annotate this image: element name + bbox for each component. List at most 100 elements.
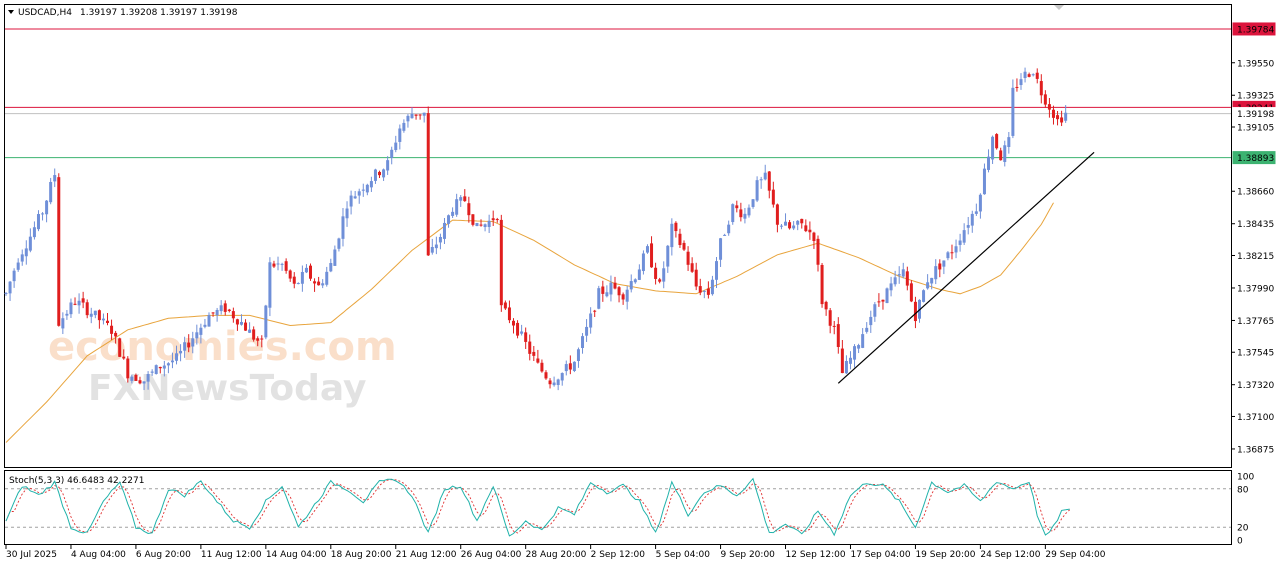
candle-body bbox=[954, 246, 958, 253]
candle-body bbox=[1039, 81, 1043, 96]
candle-body bbox=[357, 191, 361, 196]
y-tick-label: 1.39325 bbox=[1237, 92, 1274, 102]
candle-body bbox=[244, 322, 248, 331]
candle-body bbox=[520, 331, 524, 334]
candle-body bbox=[231, 311, 235, 319]
candle-body bbox=[609, 282, 613, 295]
candle-body bbox=[69, 302, 73, 315]
candle-body bbox=[1019, 79, 1023, 86]
candle-body bbox=[991, 136, 995, 160]
x-tick-label: 24 Sep 12:00 bbox=[980, 550, 1040, 560]
candle-body bbox=[12, 270, 16, 282]
candle-body bbox=[885, 288, 889, 304]
candle-body bbox=[759, 179, 763, 181]
y-tick-label: 1.37100 bbox=[1237, 413, 1274, 423]
candle-body bbox=[414, 114, 418, 116]
candle-body bbox=[897, 274, 901, 276]
candle-body bbox=[942, 260, 946, 267]
candle-body bbox=[65, 313, 69, 316]
candle-body bbox=[101, 318, 105, 321]
x-tick-label: 17 Sep 04:00 bbox=[850, 550, 910, 560]
candle-body bbox=[938, 263, 942, 270]
candle-body bbox=[503, 302, 507, 309]
candle-body bbox=[861, 334, 865, 348]
candle-body bbox=[816, 238, 820, 265]
candle-body bbox=[378, 171, 382, 176]
candle-body bbox=[901, 269, 905, 277]
watermark-line2: FXNewsToday bbox=[88, 368, 367, 409]
candle-body bbox=[576, 349, 580, 362]
candle-body bbox=[1023, 71, 1027, 79]
candle-body bbox=[877, 301, 881, 303]
candle-body bbox=[499, 219, 503, 306]
candle-body bbox=[471, 214, 475, 225]
candle-body bbox=[572, 361, 576, 371]
candle-body bbox=[24, 248, 28, 257]
candle-body bbox=[20, 254, 24, 262]
candle-body bbox=[743, 213, 747, 219]
candle-body bbox=[629, 281, 633, 290]
y-tick-label: 1.39105 bbox=[1237, 123, 1274, 133]
candle-body bbox=[122, 356, 126, 359]
candle-body bbox=[361, 189, 365, 191]
candle-body bbox=[134, 374, 138, 381]
candle-body bbox=[812, 232, 816, 241]
candle-body bbox=[369, 181, 373, 188]
candle-body bbox=[1043, 94, 1047, 105]
candle-body bbox=[422, 112, 426, 116]
candle-body bbox=[114, 332, 118, 337]
candle-body bbox=[158, 366, 162, 369]
candle-body bbox=[564, 364, 568, 372]
candle-body bbox=[694, 269, 698, 287]
candle-body bbox=[869, 316, 873, 326]
candle-body bbox=[110, 325, 114, 334]
candle-body bbox=[1027, 74, 1031, 77]
candle-body bbox=[978, 194, 982, 212]
candle-body bbox=[528, 341, 532, 354]
candle-body bbox=[53, 175, 57, 182]
candle-body bbox=[333, 249, 337, 266]
candle-body bbox=[755, 180, 759, 201]
x-tick-label: 5 Sep 04:00 bbox=[656, 550, 711, 560]
candle-body bbox=[597, 288, 601, 309]
candle-body bbox=[853, 346, 857, 360]
candle-body bbox=[637, 269, 641, 280]
candle-body bbox=[223, 303, 227, 312]
candle-body bbox=[463, 196, 467, 202]
candle-body bbox=[175, 353, 179, 361]
stoch-scale-label: 80 bbox=[1237, 485, 1249, 495]
candle-body bbox=[61, 318, 65, 329]
stoch-axis: 100 80 20 0 bbox=[1237, 473, 1254, 547]
x-tick-label: 19 Sep 20:00 bbox=[915, 550, 975, 560]
candle-body bbox=[686, 251, 690, 265]
stoch-label: Stoch(5,3,3) 46.6483 42.2271 bbox=[9, 476, 144, 486]
level-tag-text: 1.39784 bbox=[1237, 25, 1274, 35]
candle-body bbox=[784, 221, 788, 226]
candle-body bbox=[406, 115, 410, 122]
candle-body bbox=[982, 168, 986, 195]
candle-body bbox=[950, 252, 954, 254]
candle-body bbox=[183, 342, 187, 351]
candle-body bbox=[690, 263, 694, 272]
candle-body bbox=[276, 263, 280, 265]
candle-body bbox=[272, 263, 276, 267]
candle-body bbox=[211, 312, 215, 314]
candle-body bbox=[207, 315, 211, 327]
candle-body bbox=[865, 327, 869, 332]
stoch-scale-label: 0 bbox=[1237, 537, 1243, 547]
x-tick-label: 9 Sep 20:00 bbox=[721, 550, 776, 560]
x-tick-label: 30 Jul 2025 bbox=[6, 550, 57, 560]
candle-body bbox=[621, 294, 625, 300]
y-tick-label: 1.36875 bbox=[1237, 445, 1274, 455]
candle-body bbox=[317, 281, 321, 286]
candle-body bbox=[844, 360, 848, 374]
candle-body bbox=[97, 310, 101, 321]
candle-body bbox=[889, 283, 893, 291]
candle-body bbox=[430, 246, 434, 253]
candle-body bbox=[215, 309, 219, 316]
candle-body bbox=[219, 305, 223, 312]
candle-body bbox=[881, 299, 885, 302]
candle-body bbox=[560, 373, 564, 381]
candle-body bbox=[459, 197, 463, 201]
candle-body bbox=[556, 379, 560, 386]
